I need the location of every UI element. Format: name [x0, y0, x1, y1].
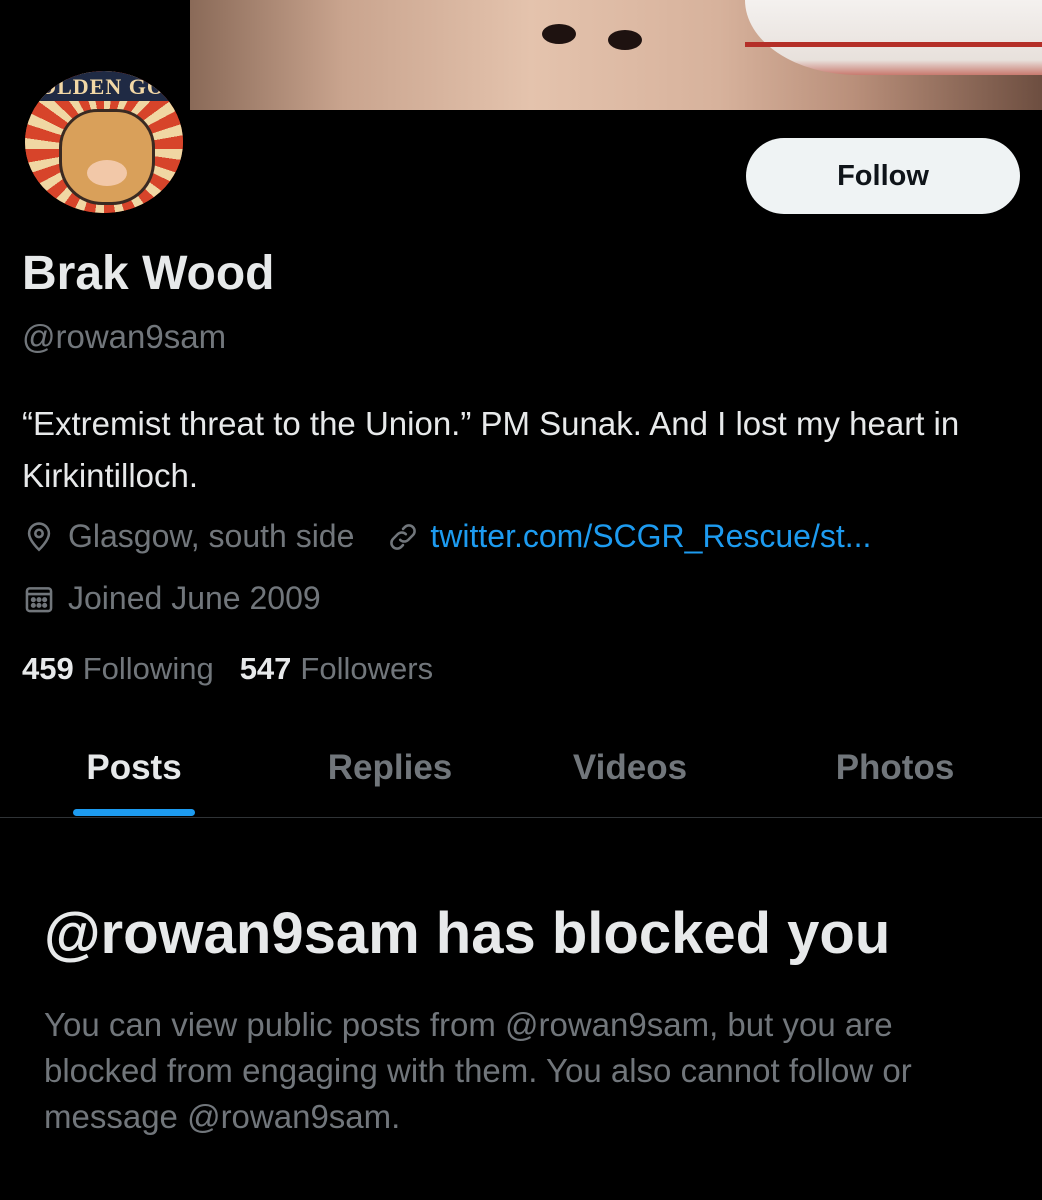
- avatar-dog-illustration: [59, 109, 155, 205]
- tab-posts[interactable]: Posts: [42, 720, 226, 816]
- avatar-banner: OLDEN GO: [25, 71, 183, 101]
- profile-bio: “Extremist threat to the Union.” PM Suna…: [22, 405, 960, 494]
- location-pin-icon: [22, 520, 56, 554]
- tab-replies[interactable]: Replies: [290, 720, 490, 816]
- banner-lip-line: [745, 42, 1042, 47]
- blocked-title: @rowan9sam has blocked you: [44, 901, 891, 966]
- profile-location: Glasgow, south side: [68, 518, 355, 554]
- profile-tabs: Posts Replies Videos Photos: [0, 720, 1042, 818]
- avatar-title: OLDEN GO: [39, 74, 165, 99]
- avatar-image: OLDEN GO: [22, 68, 186, 216]
- active-tab-indicator: [73, 809, 195, 816]
- profile-joined-row: Joined June 2009: [22, 580, 321, 617]
- followers-count-link[interactable]: 547 Followers: [240, 651, 433, 687]
- banner-nostril-right: [608, 30, 642, 50]
- tab-videos[interactable]: Videos: [530, 720, 730, 816]
- link-icon: [386, 520, 420, 554]
- profile-handle: @rowan9sam: [22, 318, 227, 355]
- blocked-message: You can view public posts from @rowan9sa…: [44, 1006, 912, 1135]
- follow-button[interactable]: Follow: [746, 138, 1020, 214]
- following-count: 459: [22, 651, 74, 686]
- tab-photos[interactable]: Photos: [795, 720, 995, 816]
- avatar[interactable]: OLDEN GO: [22, 68, 186, 216]
- followers-label: Followers: [300, 651, 434, 686]
- followers-count: 547: [239, 651, 292, 686]
- profile-meta-row: Glasgow, south side twitter.com/SCGR_Res…: [22, 518, 871, 555]
- display-name: Brak Wood: [22, 247, 275, 300]
- following-label: Following: [82, 651, 214, 686]
- banner-nostril-left: [542, 24, 576, 44]
- profile-website-link[interactable]: twitter.com/SCGR_Rescue/st...: [430, 518, 871, 555]
- follow-counts: 459 Following 547 Followers: [22, 651, 433, 687]
- calendar-icon: [22, 582, 56, 616]
- following-count-link[interactable]: 459 Following: [22, 651, 214, 687]
- profile-joined-date: Joined June 2009: [68, 580, 321, 616]
